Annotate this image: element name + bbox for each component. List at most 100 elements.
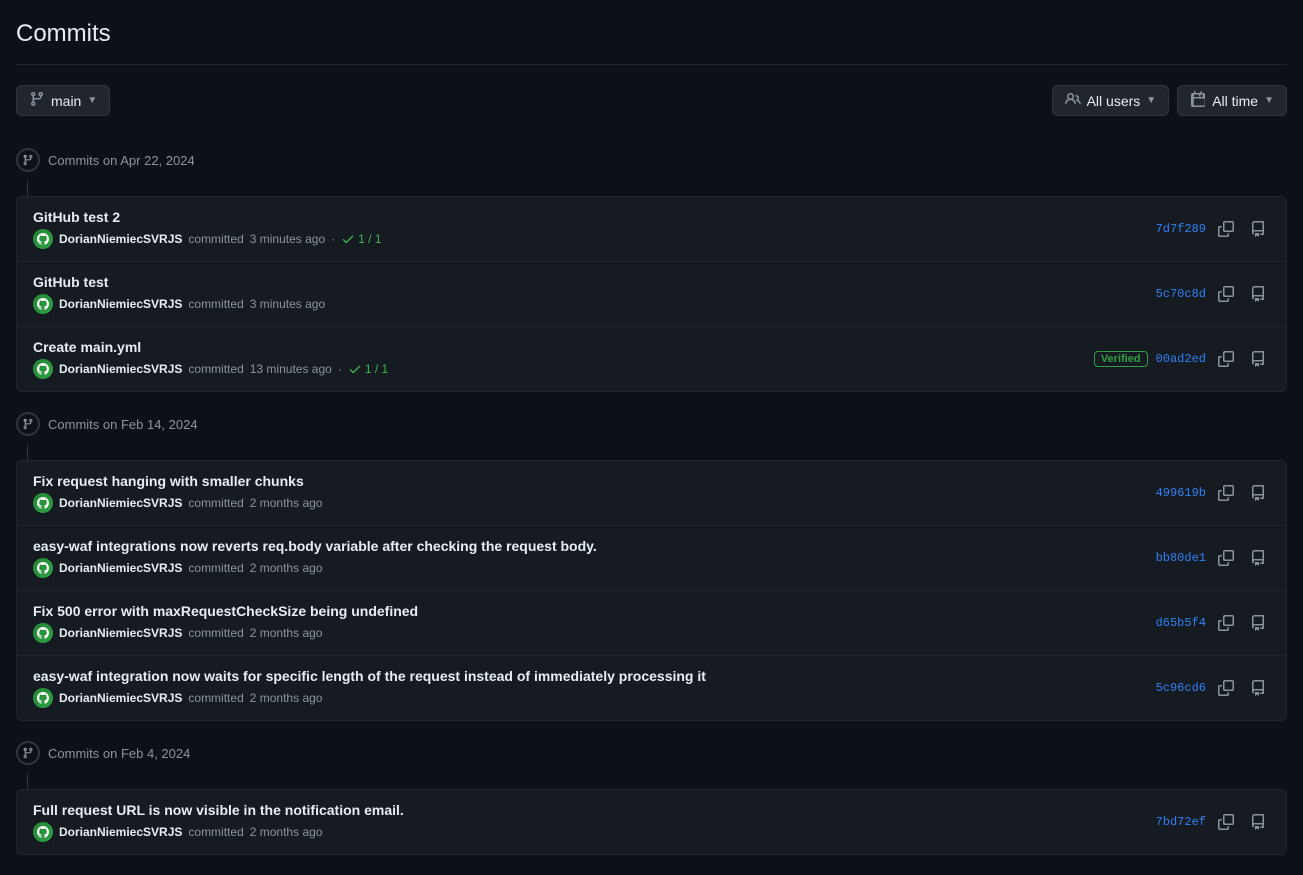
check-badge: 1 / 1	[348, 362, 388, 376]
copy-sha-button[interactable]	[1214, 676, 1238, 700]
committed-text: committed	[188, 362, 243, 376]
commit-hash[interactable]: 5c70c8d	[1156, 287, 1206, 301]
author-name[interactable]: DorianNiemiecSVRJS	[59, 561, 182, 575]
avatar	[33, 229, 53, 249]
commit-hash[interactable]: 7d7f289	[1156, 222, 1206, 236]
commit-item: Fix request hanging with smaller chunks …	[17, 461, 1286, 526]
commit-hash[interactable]: 7bd72ef	[1156, 815, 1206, 829]
users-label: All users	[1087, 93, 1141, 109]
check-badge: 1 / 1	[341, 232, 381, 246]
avatar	[33, 294, 53, 314]
author-name[interactable]: DorianNiemiecSVRJS	[59, 825, 182, 839]
copy-sha-button[interactable]	[1214, 217, 1238, 241]
commit-message-link[interactable]: Create main.yml	[33, 339, 141, 355]
commit-message: Fix 500 error with maxRequestCheckSize b…	[33, 603, 1140, 619]
author-name[interactable]: DorianNiemiecSVRJS	[59, 626, 182, 640]
commit-left: Create main.yml DorianNiemiecSVRJS commi…	[33, 339, 1078, 379]
commit-item: Create main.yml DorianNiemiecSVRJS commi…	[17, 327, 1286, 391]
author-name[interactable]: DorianNiemiecSVRJS	[59, 362, 182, 376]
time-ago: 2 months ago	[250, 691, 323, 705]
commit-item: easy-waf integrations now reverts req.bo…	[17, 526, 1286, 591]
commit-right: 7d7f289	[1156, 217, 1270, 241]
time-ago: 2 months ago	[250, 626, 323, 640]
committed-text: committed	[188, 297, 243, 311]
users-dropdown[interactable]: All users ▼	[1052, 85, 1170, 116]
commit-right: bb80de1	[1156, 546, 1270, 570]
author-name[interactable]: DorianNiemiecSVRJS	[59, 297, 182, 311]
commit-meta: DorianNiemiecSVRJS committed 2 months ag…	[33, 493, 1140, 513]
browse-repo-button[interactable]	[1246, 217, 1270, 241]
commit-hash[interactable]: 00ad2ed	[1156, 352, 1206, 366]
copy-sha-button[interactable]	[1214, 347, 1238, 371]
commit-item: GitHub test DorianNiemiecSVRJS committed…	[17, 262, 1286, 327]
section-date-label: Commits on Apr 22, 2024	[48, 153, 195, 168]
browse-repo-button[interactable]	[1246, 347, 1270, 371]
avatar	[33, 623, 53, 643]
copy-sha-button[interactable]	[1214, 481, 1238, 505]
time-dropdown[interactable]: All time ▼	[1177, 85, 1287, 116]
copy-sha-button[interactable]	[1214, 282, 1238, 306]
commit-message-link[interactable]: Full request URL is now visible in the n…	[33, 802, 404, 818]
commit-hash[interactable]: 499619b	[1156, 486, 1206, 500]
avatar	[33, 359, 53, 379]
time-ago: 3 minutes ago	[250, 232, 325, 246]
avatar	[33, 493, 53, 513]
browse-repo-button[interactable]	[1246, 282, 1270, 306]
browse-repo-button[interactable]	[1246, 546, 1270, 570]
commit-message-link[interactable]: easy-waf integrations now reverts req.bo…	[33, 538, 597, 554]
commit-right: 5c96cd6	[1156, 676, 1270, 700]
commit-message: Full request URL is now visible in the n…	[33, 802, 1140, 818]
commit-message-link[interactable]: GitHub test	[33, 274, 108, 290]
commit-message-link[interactable]: Fix request hanging with smaller chunks	[33, 473, 304, 489]
commit-right: 499619b	[1156, 481, 1270, 505]
time-ago: 2 months ago	[250, 561, 323, 575]
commit-left: Full request URL is now visible in the n…	[33, 802, 1140, 842]
branch-label: main	[51, 93, 81, 109]
author-name[interactable]: DorianNiemiecSVRJS	[59, 496, 182, 510]
section-header-0: Commits on Apr 22, 2024	[16, 136, 1287, 180]
commit-hash[interactable]: d65b5f4	[1156, 616, 1206, 630]
branch-chevron-icon: ▼	[87, 95, 97, 106]
browse-repo-button[interactable]	[1246, 676, 1270, 700]
commit-item: Full request URL is now visible in the n…	[17, 790, 1286, 854]
time-ago: 2 months ago	[250, 496, 323, 510]
avatar	[33, 558, 53, 578]
browse-repo-button[interactable]	[1246, 611, 1270, 635]
commit-meta: DorianNiemiecSVRJS committed 13 minutes …	[33, 359, 1078, 379]
branch-dropdown[interactable]: main ▼	[16, 85, 110, 116]
users-icon	[1065, 91, 1081, 110]
commit-message: easy-waf integration now waits for speci…	[33, 668, 1140, 684]
committed-text: committed	[188, 691, 243, 705]
commit-graph-icon	[16, 148, 40, 172]
section-connector	[27, 773, 28, 789]
commit-meta: DorianNiemiecSVRJS committed 2 months ag…	[33, 558, 1140, 578]
copy-sha-button[interactable]	[1214, 810, 1238, 834]
commit-hash[interactable]: bb80de1	[1156, 551, 1206, 565]
section-date-label: Commits on Feb 14, 2024	[48, 417, 198, 432]
copy-sha-button[interactable]	[1214, 546, 1238, 570]
author-name[interactable]: DorianNiemiecSVRJS	[59, 691, 182, 705]
commit-message-link[interactable]: Fix 500 error with maxRequestCheckSize b…	[33, 603, 418, 619]
commit-message-link[interactable]: GitHub test 2	[33, 209, 120, 225]
commit-right: Verified 00ad2ed	[1094, 347, 1270, 371]
commit-hash[interactable]: 5c96cd6	[1156, 681, 1206, 695]
commit-item: Fix 500 error with maxRequestCheckSize b…	[17, 591, 1286, 656]
branch-icon	[29, 91, 45, 110]
browse-repo-button[interactable]	[1246, 481, 1270, 505]
commit-left: easy-waf integration now waits for speci…	[33, 668, 1140, 708]
avatar	[33, 822, 53, 842]
copy-sha-button[interactable]	[1214, 611, 1238, 635]
commit-item: GitHub test 2 DorianNiemiecSVRJS committ…	[17, 197, 1286, 262]
section-connector	[27, 180, 28, 196]
time-ago: 2 months ago	[250, 825, 323, 839]
commit-meta: DorianNiemiecSVRJS committed 2 months ag…	[33, 623, 1140, 643]
commit-list-1: Fix request hanging with smaller chunks …	[16, 460, 1287, 721]
committed-text: committed	[188, 496, 243, 510]
commit-right: 7bd72ef	[1156, 810, 1270, 834]
browse-repo-button[interactable]	[1246, 810, 1270, 834]
section-header-2: Commits on Feb 4, 2024	[16, 729, 1287, 773]
section-connector	[27, 444, 28, 460]
author-name[interactable]: DorianNiemiecSVRJS	[59, 232, 182, 246]
commit-message: GitHub test	[33, 274, 1140, 290]
commit-message-link[interactable]: easy-waf integration now waits for speci…	[33, 668, 706, 684]
